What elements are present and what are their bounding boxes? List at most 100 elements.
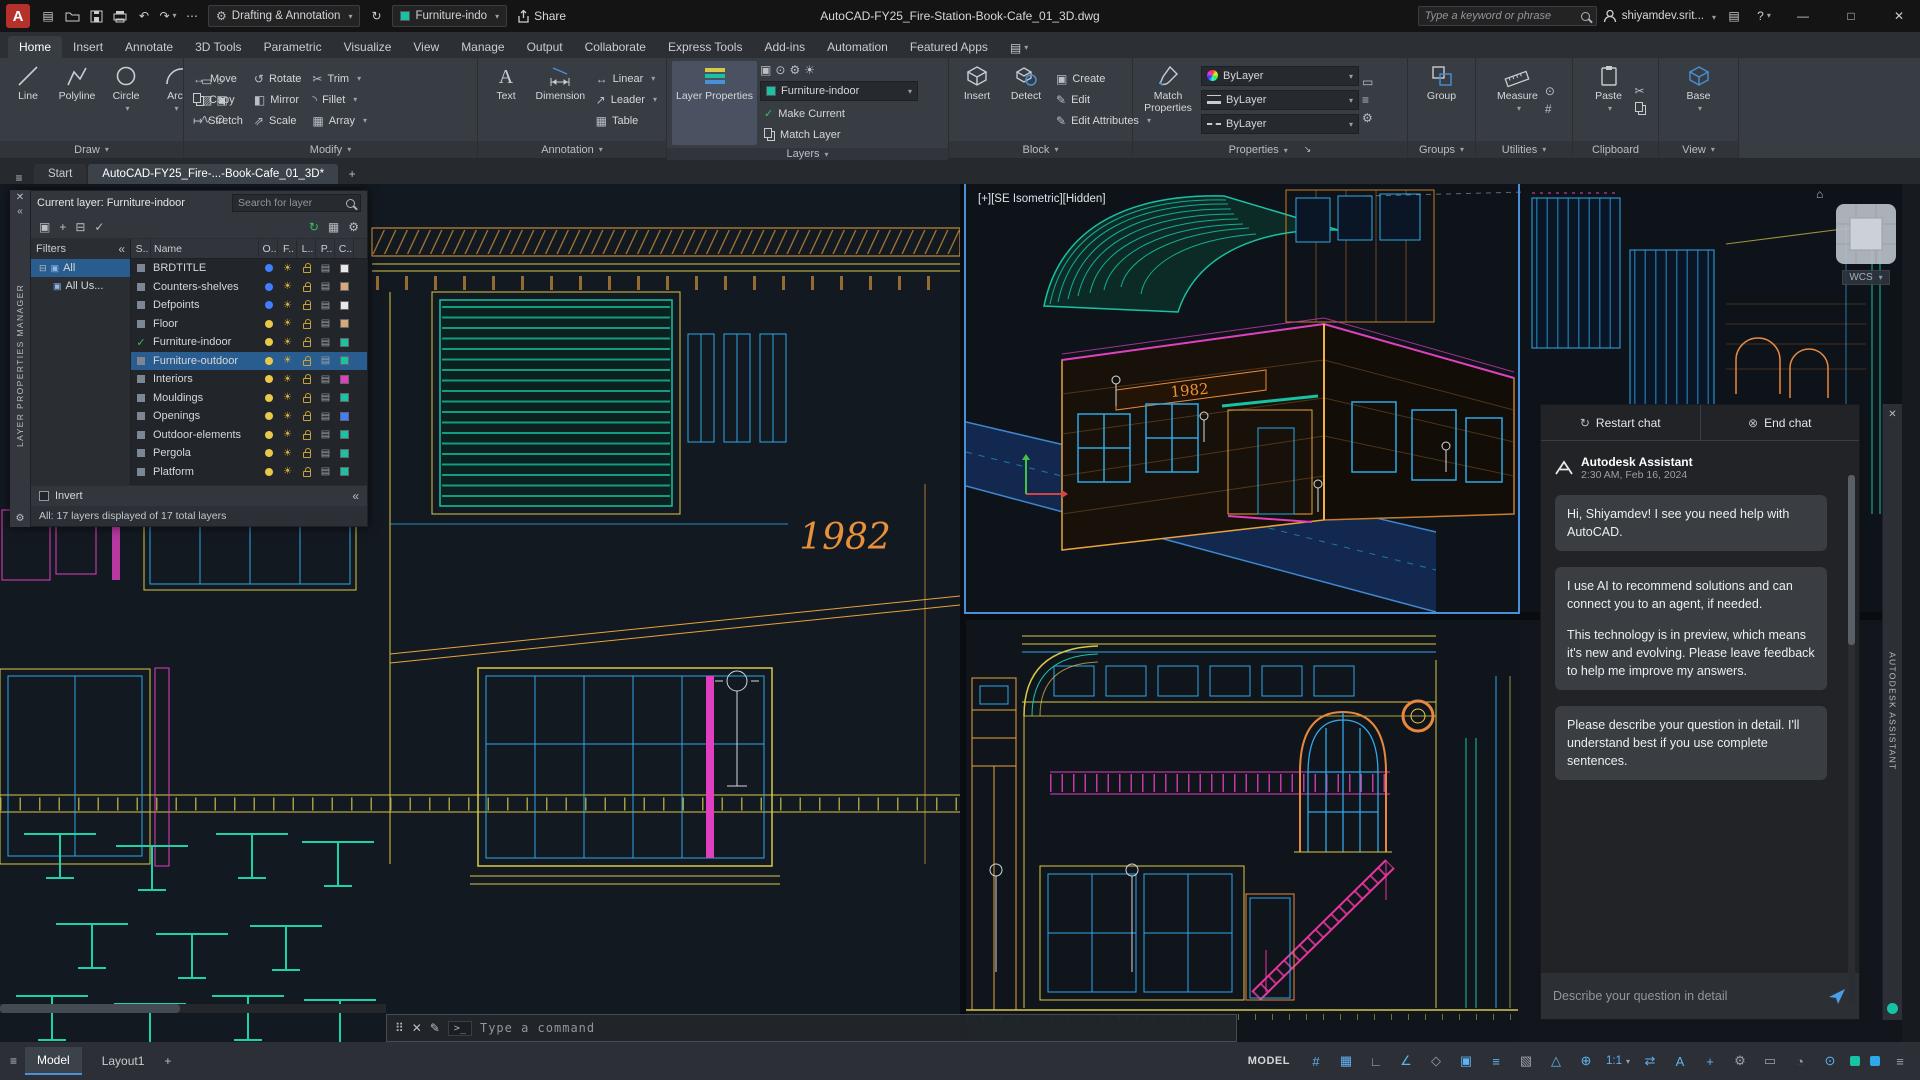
plot-icon[interactable]: [316, 337, 335, 348]
lock-icon[interactable]: [302, 318, 311, 329]
detect-button[interactable]: Detect: [1003, 61, 1049, 138]
plot-icon[interactable]: [316, 281, 335, 292]
array-button[interactable]: ▦ Array: [308, 110, 371, 131]
base-button[interactable]: Base: [1676, 61, 1722, 138]
plot-icon[interactable]: [108, 4, 132, 28]
close-icon[interactable]: ✕: [1888, 410, 1896, 420]
copy-button[interactable]: Copy: [189, 89, 247, 110]
panel-label-view[interactable]: View: [1659, 141, 1738, 158]
layer-on-icon[interactable]: [264, 449, 273, 458]
panel-label-block[interactable]: Block: [949, 141, 1132, 158]
save-icon[interactable]: [84, 4, 108, 28]
refresh-icon[interactable]: ↻: [309, 221, 319, 233]
lock-icon[interactable]: [302, 466, 311, 477]
end-chat-button[interactable]: ⊗ End chat: [1699, 405, 1860, 440]
freeze-icon[interactable]: [278, 374, 297, 385]
tab-parametric[interactable]: Parametric: [253, 36, 333, 58]
freeze-icon[interactable]: [278, 411, 297, 422]
properties-palette-icon[interactable]: ▭: [1362, 76, 1373, 88]
tab-visualize[interactable]: Visualize: [333, 36, 403, 58]
layer-isolate-icon[interactable]: ⊙: [775, 64, 785, 76]
layer-row[interactable]: Pergola: [131, 444, 367, 463]
chat-messages[interactable]: Autodesk Assistant 2:30 AM, Feb 16, 2024…: [1541, 441, 1859, 973]
plot-icon[interactable]: [316, 411, 335, 422]
collapse-icon[interactable]: «: [118, 243, 125, 255]
autoscale-icon[interactable]: +: [1700, 1051, 1720, 1071]
search-input[interactable]: [1424, 10, 1575, 22]
linear-button[interactable]: ↔ Linear: [592, 68, 661, 89]
layer-on-icon[interactable]: [264, 412, 273, 421]
color-swatch[interactable]: [340, 282, 349, 292]
close-button[interactable]: ✕: [1878, 0, 1920, 32]
tab-manage[interactable]: Manage: [450, 36, 515, 58]
color-swatch[interactable]: [340, 263, 349, 273]
color-swatch[interactable]: [340, 448, 349, 458]
tab-automation[interactable]: Automation: [816, 36, 899, 58]
stretch-button[interactable]: ↦ Stretch: [189, 110, 247, 131]
dimension-button[interactable]: Dimension: [532, 61, 589, 138]
help-icon[interactable]: ?: [1752, 4, 1776, 28]
plot-icon[interactable]: [316, 318, 335, 329]
viewcube[interactable]: ⌂ WCS: [1814, 188, 1918, 304]
color-swatch[interactable]: [340, 356, 349, 366]
layer-row[interactable]: Openings: [131, 407, 367, 426]
color-swatch[interactable]: [340, 411, 349, 421]
command-line[interactable]: ⠿ ✕ ✎ >_: [386, 1014, 1237, 1042]
maximize-button[interactable]: □: [1830, 0, 1872, 32]
new-layer-icon[interactable]: +: [59, 221, 66, 233]
copy-clip-icon[interactable]: [1634, 102, 1643, 112]
menu-icon[interactable]: ▤: [36, 4, 60, 28]
horizontal-scrollbar[interactable]: [0, 1004, 386, 1013]
layer-on-icon[interactable]: [264, 282, 273, 291]
color-swatch[interactable]: [340, 300, 349, 310]
restart-chat-button[interactable]: ↻ Restart chat: [1541, 405, 1700, 440]
layer-on-icon[interactable]: [264, 393, 273, 402]
snap-icon[interactable]: ▦: [1336, 1051, 1356, 1071]
freeze-icon[interactable]: [278, 429, 297, 440]
status-menu-icon[interactable]: ≡: [10, 1055, 17, 1067]
scrollbar-thumb[interactable]: [0, 1004, 180, 1013]
freeze-icon[interactable]: [278, 337, 297, 348]
layer-properties-button[interactable]: Layer Properties: [672, 61, 758, 145]
osnap-icon[interactable]: ▣: [1456, 1051, 1476, 1071]
insert-button[interactable]: Insert: [954, 61, 1000, 138]
viewport-label[interactable]: [+][SE Isometric][Hidden]: [978, 193, 1106, 205]
palette-properties-icon[interactable]: ⚙: [16, 514, 25, 524]
dialog-launcher-icon[interactable]: ↘: [1304, 145, 1312, 154]
layer-row[interactable]: Defpoints: [131, 296, 367, 315]
send-icon[interactable]: [1827, 987, 1847, 1005]
layout1-tab[interactable]: Layout1: [90, 1048, 157, 1074]
layer-on-icon[interactable]: [264, 356, 273, 365]
more-icon[interactable]: ⋯: [180, 4, 204, 28]
tab-express-tools[interactable]: Express Tools: [657, 36, 753, 58]
new-drawing-button[interactable]: +: [340, 168, 364, 184]
filter-all-used[interactable]: ▣ All Us...: [31, 277, 130, 295]
undo-icon[interactable]: ↶: [132, 4, 156, 28]
plot-icon[interactable]: [316, 429, 335, 440]
tab-output[interactable]: Output: [516, 36, 574, 58]
color-dropdown[interactable]: ByLayer: [1201, 65, 1359, 86]
redo-icon[interactable]: ↷: [156, 4, 180, 28]
minimize-button[interactable]: —: [1782, 0, 1824, 32]
gizmo-icon[interactable]: ⊕: [1576, 1051, 1596, 1071]
polar-icon[interactable]: ∠: [1396, 1051, 1416, 1071]
workspace-switch-icon[interactable]: ↻: [364, 4, 388, 28]
ortho-icon[interactable]: ∟: [1366, 1051, 1386, 1071]
freeze-icon[interactable]: [278, 392, 297, 403]
close-icon[interactable]: ✕: [16, 193, 24, 203]
layer-on-icon[interactable]: [264, 301, 273, 310]
lock-icon[interactable]: [302, 448, 311, 459]
ribbon-display-toggle[interactable]: ▤: [999, 38, 1039, 58]
customize-icon[interactable]: ✎: [430, 1022, 440, 1034]
tray-icon[interactable]: ▭: [1760, 1051, 1780, 1071]
color-swatch[interactable]: [340, 337, 349, 347]
delete-layer-icon[interactable]: ⊟: [75, 221, 85, 233]
transparency-icon[interactable]: ▧: [1516, 1051, 1536, 1071]
set-current-icon[interactable]: ✓: [94, 221, 104, 233]
linetype-dropdown[interactable]: ByLayer: [1201, 113, 1359, 134]
workspace-switch-icon[interactable]: ⇄: [1640, 1051, 1660, 1071]
file-tab-menu-icon[interactable]: ≡: [6, 172, 32, 184]
quick-layer-dropdown[interactable]: Furniture-indo: [392, 5, 508, 27]
new-layer-filter-icon[interactable]: ▣: [39, 221, 50, 233]
lock-icon[interactable]: [302, 411, 311, 422]
